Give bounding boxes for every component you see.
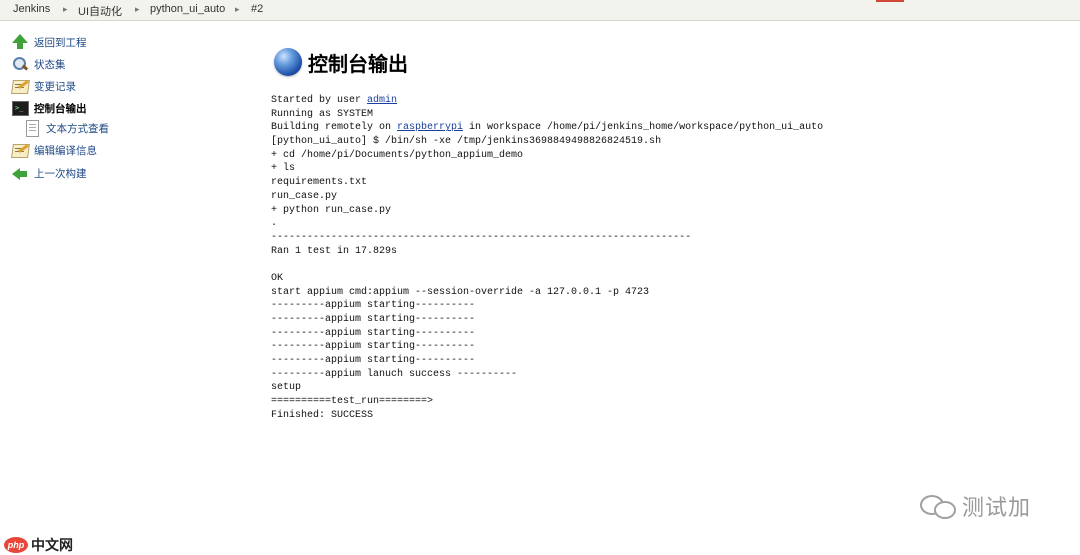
notepad-edit-icon — [11, 142, 30, 158]
breadcrumb-separator: ▸ — [63, 4, 68, 14]
console-line: Running as SYSTEM — [271, 108, 374, 120]
console-line: ---------appium starting---------- — [271, 300, 476, 312]
breadcrumb-separator: ▸ — [135, 4, 140, 14]
console-line: [python_ui_auto] $ /bin/sh -xe /tmp/jenk… — [271, 136, 662, 148]
sidebar-item-label: 返回到工程 — [34, 36, 87, 49]
console-line: + python run_case.py — [271, 204, 392, 216]
console-line: Building remotely on raspberrypi in work… — [271, 122, 824, 134]
console-line: ---------appium lanuch success ---------… — [271, 368, 518, 380]
sidebar-item-changes[interactable]: 变更记录 — [11, 76, 76, 96]
terminal-icon: >_ — [12, 100, 29, 116]
sidebar-item-previous-build[interactable]: 上一次构建 — [12, 163, 87, 183]
console-line: setup — [271, 382, 302, 394]
up-arrow-icon — [12, 34, 28, 50]
console-line: ==========test_run========> — [271, 396, 434, 408]
watermark-wechat: 测试加 — [920, 490, 1031, 522]
breadcrumb-jenkins[interactable]: Jenkins — [13, 3, 50, 15]
notepad-icon — [11, 78, 30, 94]
console-line: Started by user admin — [271, 95, 398, 106]
sidebar-item-edit-build-info[interactable]: 编辑编译信息 — [11, 140, 97, 160]
document-icon — [24, 120, 40, 137]
watermark-text: 测试加 — [962, 495, 1032, 520]
blue-orb-icon — [274, 48, 302, 76]
console-line: requirements.txt — [271, 177, 368, 189]
left-arrow-icon — [12, 165, 28, 181]
console-line: ---------appium starting---------- — [271, 327, 476, 339]
console-line: . — [271, 218, 278, 230]
console-line: ---------appium starting---------- — [271, 355, 476, 367]
search-icon — [12, 56, 29, 72]
breadcrumb: Jenkins ▸ UI自动化 ▸ python_ui_auto ▸ #2 — [0, 0, 1080, 21]
watermark-php: php 中文网 — [4, 535, 73, 555]
breadcrumb-project[interactable]: python_ui_auto — [150, 3, 225, 15]
breadcrumb-separator: ▸ — [235, 4, 240, 14]
node-link[interactable]: raspberrypi — [397, 122, 463, 133]
user-link[interactable]: admin — [367, 95, 397, 106]
sidebar-item-view-as-plain-text[interactable]: 文本方式查看 — [24, 118, 109, 138]
page-header: 控制台输出 — [274, 46, 408, 78]
console-line: start appium cmd:appium --session-overri… — [271, 286, 650, 298]
console-line: + ls — [271, 163, 296, 175]
sidebar-item-status[interactable]: 状态集 — [12, 54, 66, 74]
console-line: OK — [271, 272, 284, 284]
sidebar-item-label: 变更记录 — [34, 80, 76, 93]
sidebar-item-label: 控制台输出 — [34, 102, 87, 115]
console-line: Ran 1 test in 17.829s — [271, 245, 398, 257]
page-title: 控制台输出 — [308, 53, 408, 76]
top-accent-bar — [876, 0, 904, 2]
console-line: + cd /home/pi/Documents/python_appium_de… — [271, 149, 524, 161]
console-line: run_case.py — [271, 190, 338, 202]
console-line: ---------appium starting---------- — [271, 314, 476, 325]
sidebar-item-label: 上一次构建 — [34, 167, 87, 180]
breadcrumb-build[interactable]: #2 — [251, 3, 263, 15]
sidebar-item-label: 文本方式查看 — [46, 122, 109, 135]
sidebar-item-label: 状态集 — [34, 58, 66, 71]
watermark-text: 中文网 — [31, 537, 73, 553]
sidebar-item-back-to-project[interactable]: 返回到工程 — [12, 32, 87, 52]
breadcrumb-ui-automation[interactable]: UI自动化 — [78, 3, 122, 19]
sidebar-item-label: 编辑编译信息 — [34, 144, 97, 157]
sidebar-item-console-output[interactable]: >_ 控制台输出 — [12, 98, 87, 118]
console-output: Started by user admin Running as SYSTEM Bu… — [271, 94, 823, 423]
console-line: Finished: SUCCESS — [271, 409, 374, 421]
console-line: ---------appium starting---------- — [271, 341, 476, 353]
wechat-icon — [920, 491, 958, 521]
php-logo-icon: php — [4, 537, 28, 553]
console-line: ----------------------------------------… — [271, 231, 692, 243]
